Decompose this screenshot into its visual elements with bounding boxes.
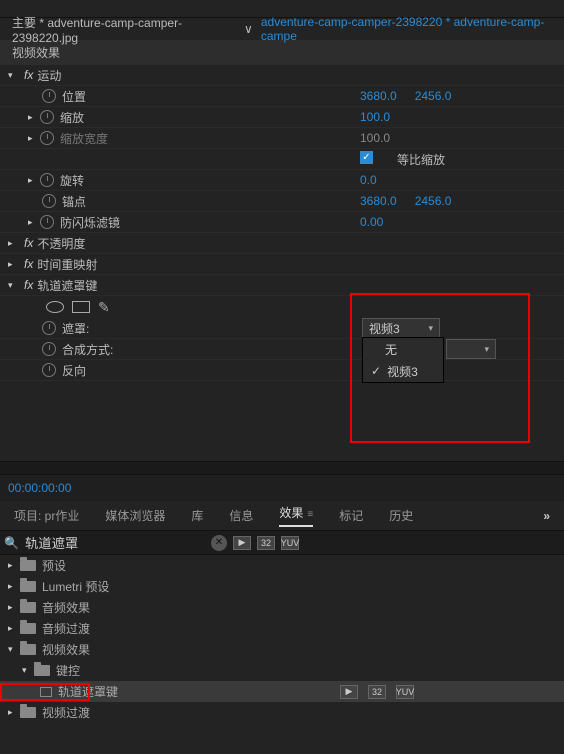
twirl-closed-icon[interactable]: ▸ (28, 217, 40, 228)
accel-badge-icon[interactable]: ▶ (233, 536, 251, 550)
stopwatch-icon[interactable] (42, 363, 56, 377)
folder-icon (20, 602, 36, 613)
lower-tab-bar: 项目: pr作业 媒体浏览器 库 信息 效果≡ 标记 历史 » (0, 501, 564, 531)
effects-search-input[interactable] (25, 533, 205, 553)
effect-item-track-matte[interactable]: 轨道遮罩键 ▶ 32 YUV (0, 681, 564, 702)
prop-uniform-scale: ✓ 等比缩放 (0, 149, 564, 170)
prop-scale: ▸ 缩放 100.0 (0, 107, 564, 128)
position-x[interactable]: 3680.0 (360, 89, 397, 103)
twirl-closed-icon[interactable]: ▸ (8, 238, 20, 249)
effect-motion[interactable]: ▾ fx 运动 (0, 65, 564, 86)
tab-project[interactable]: 项目: pr作业 (14, 507, 79, 524)
tab-library[interactable]: 库 (191, 507, 203, 524)
folder-icon (34, 665, 50, 676)
folder-presets[interactable]: ▸预设 (0, 555, 564, 576)
position-y[interactable]: 2456.0 (415, 89, 452, 103)
folder-video-transitions[interactable]: ▸视频过渡 (0, 702, 564, 723)
matte-option-none[interactable]: 无 (363, 338, 443, 360)
stopwatch-icon[interactable] (40, 173, 54, 187)
effect-time-remap[interactable]: ▸ fx 时间重映射 (0, 254, 564, 275)
effect-opacity[interactable]: ▸ fx 不透明度 (0, 233, 564, 254)
flicker-value[interactable]: 0.00 (360, 215, 383, 229)
chevron-down-icon: ▾ (484, 344, 489, 355)
stopwatch-icon[interactable] (40, 215, 54, 229)
prop-rotation: ▸ 旋转 0.0 (0, 170, 564, 191)
folder-icon (20, 623, 36, 634)
timecode[interactable]: 00:00:00:00 (0, 475, 564, 501)
panel-menu-icon[interactable]: ≡ (307, 509, 313, 520)
anchor-x[interactable]: 3680.0 (360, 194, 397, 208)
rotation-value[interactable]: 0.0 (360, 173, 377, 187)
tab-media-browser[interactable]: 媒体浏览器 (105, 507, 165, 524)
folder-lumetri[interactable]: ▸Lumetri 预设 (0, 576, 564, 597)
effect-track-matte[interactable]: ▾ fx 轨道遮罩键 (0, 275, 564, 296)
uniform-checkbox[interactable]: ✓ (360, 151, 373, 164)
matte-option-video3[interactable]: 视频3 (363, 360, 443, 382)
32bit-badge-icon: 32 (368, 685, 386, 699)
pen-mask-icon[interactable]: ✎ (98, 299, 110, 316)
fx-badge-icon[interactable]: fx (24, 68, 33, 82)
search-icon: 🔍 (4, 536, 19, 550)
matte-dropdown-menu: 无 视频3 (362, 337, 444, 383)
yuv-badge-icon: YUV (396, 685, 414, 699)
ellipse-mask-icon[interactable] (46, 301, 64, 313)
stopwatch-icon[interactable] (42, 89, 56, 103)
source-breadcrumb: 主要 * adventure-camp-camper-2398220.jpg ∨… (0, 18, 564, 40)
effect-icon (40, 687, 52, 697)
clear-search-button[interactable]: ✕ (211, 535, 227, 551)
twirl-open-icon[interactable]: ▾ (8, 70, 20, 81)
twirl-closed-icon[interactable]: ▸ (8, 259, 20, 270)
stopwatch-icon[interactable] (42, 342, 56, 356)
folder-video-fx[interactable]: ▾视频效果 (0, 639, 564, 660)
tab-effects[interactable]: 效果≡ (279, 504, 313, 527)
twirl-open-icon[interactable]: ▾ (8, 280, 20, 291)
folder-keying[interactable]: ▾键控 (0, 660, 564, 681)
twirl-closed-icon[interactable]: ▸ (28, 112, 40, 123)
stopwatch-icon[interactable] (40, 110, 54, 124)
folder-icon (20, 707, 36, 718)
folder-icon (20, 644, 36, 655)
fx-badge-icon[interactable]: fx (24, 257, 33, 271)
overflow-icon[interactable]: » (543, 509, 550, 523)
composite-dropdown[interactable]: ▾ (446, 339, 496, 359)
fx-badge-icon[interactable]: fx (24, 278, 33, 292)
prop-reverse: 反向 (0, 360, 564, 381)
scale-value[interactable]: 100.0 (360, 110, 390, 124)
folder-audio-transitions[interactable]: ▸音频过渡 (0, 618, 564, 639)
mask-shape-tools: ✎ (0, 296, 564, 318)
prop-composite: 合成方式: ▾ (0, 339, 564, 360)
chevron-down-icon[interactable]: ∨ (244, 22, 253, 36)
prop-position: 位置 3680.0 2456.0 (0, 86, 564, 107)
source-name: 主要 * adventure-camp-camper-2398220.jpg (12, 14, 236, 45)
scale-width-value: 100.0 (360, 131, 390, 145)
prop-matte: 遮罩: 视频3 ▾ (0, 318, 564, 339)
stopwatch-icon[interactable] (42, 321, 56, 335)
32bit-badge-icon[interactable]: 32 (257, 536, 275, 550)
accel-badge-icon: ▶ (340, 685, 358, 699)
tab-markers[interactable]: 标记 (339, 507, 363, 524)
anchor-y[interactable]: 2456.0 (415, 194, 452, 208)
matte-dropdown[interactable]: 视频3 ▾ (362, 318, 440, 338)
twirl-closed-icon[interactable]: ▸ (28, 133, 40, 144)
prop-flicker: ▸ 防闪烁滤镜 0.00 (0, 212, 564, 233)
fx-badge-icon[interactable]: fx (24, 236, 33, 250)
rect-mask-icon[interactable] (72, 301, 90, 313)
folder-audio-fx[interactable]: ▸音频效果 (0, 597, 564, 618)
tab-history[interactable]: 历史 (389, 507, 413, 524)
effects-search-row: 🔍 ✕ ▶ 32 YUV (0, 531, 564, 555)
yuv-badge-icon[interactable]: YUV (281, 536, 299, 550)
tab-info[interactable]: 信息 (229, 507, 253, 524)
prop-scale-width: ▸ 缩放宽度 100.0 (0, 128, 564, 149)
prop-anchor: 锚点 3680.0 2456.0 (0, 191, 564, 212)
twirl-closed-icon[interactable]: ▸ (28, 175, 40, 186)
folder-icon (20, 560, 36, 571)
chevron-down-icon: ▾ (428, 323, 433, 334)
stopwatch-icon[interactable] (42, 194, 56, 208)
sequence-link[interactable]: adventure-camp-camper-2398220 * adventur… (261, 15, 564, 43)
folder-icon (20, 581, 36, 592)
stopwatch-icon[interactable] (40, 131, 54, 145)
